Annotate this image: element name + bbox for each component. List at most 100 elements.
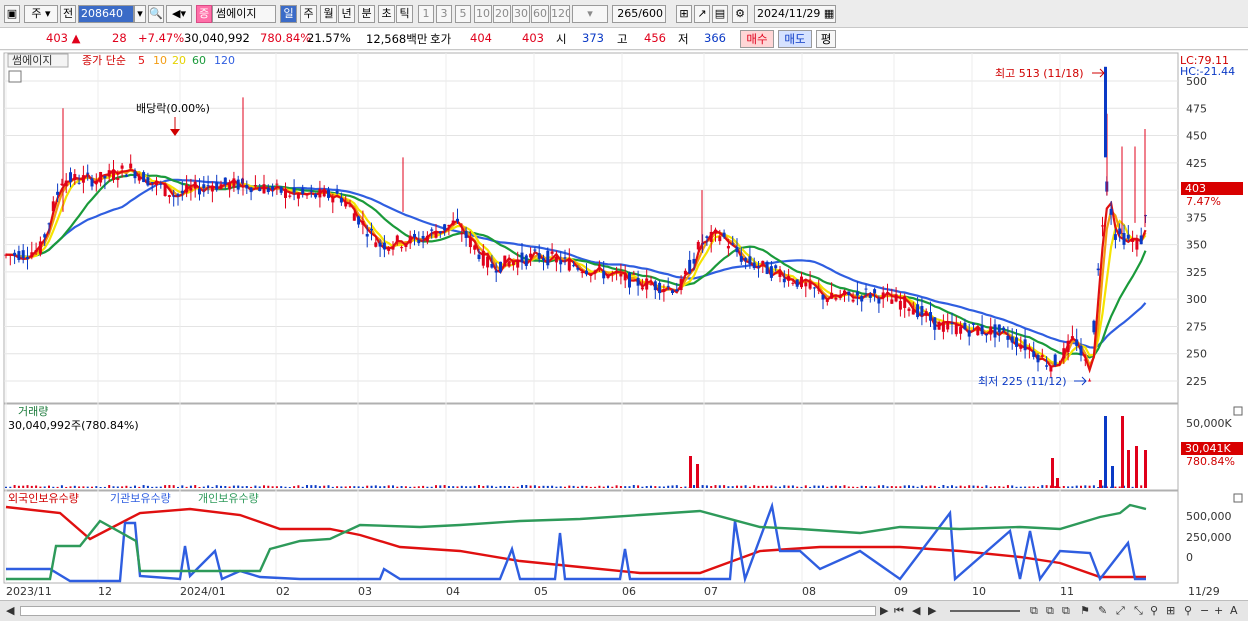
volume-bar: [933, 485, 936, 488]
code-dropdown-icon[interactable]: ▾: [134, 5, 146, 23]
tool-icon-1[interactable]: ⚑: [1080, 604, 1090, 617]
eval-button[interactable]: 평: [816, 30, 836, 48]
candle-body: [1096, 268, 1100, 271]
candle-body: [288, 195, 292, 197]
text-tool-icon[interactable]: A: [1230, 604, 1238, 617]
minute-tab-2[interactable]: 5: [455, 5, 471, 23]
candle-body: [365, 234, 369, 237]
prev-button[interactable]: 전: [60, 5, 76, 23]
legend-individual: 개인보유수량: [198, 492, 259, 505]
volume-bar: [267, 485, 270, 488]
change: 28: [112, 31, 127, 45]
horizontal-scrollbar[interactable]: [20, 606, 876, 616]
zoom-icon[interactable]: ⚲: [1184, 604, 1192, 617]
next-page-icon[interactable]: ▶: [928, 604, 936, 617]
tool-icon-2[interactable]: ✎: [1098, 604, 1107, 617]
minute-tab-6[interactable]: 60: [531, 5, 549, 23]
speaker-icon[interactable]: ◀▾: [166, 5, 192, 23]
legend-foreign: 외국인보유수량: [8, 492, 79, 505]
volume-bar: [56, 486, 59, 488]
stock-code-input[interactable]: 208640: [78, 5, 134, 23]
candle-body: [559, 260, 563, 265]
tool-icon-5[interactable]: ⚲: [1150, 604, 1158, 617]
period-tab-6[interactable]: 틱: [396, 5, 413, 23]
period-tab-5[interactable]: 초: [378, 5, 395, 23]
date-field[interactable]: 2024/11/29 ▦: [754, 5, 836, 23]
minute-tab-3[interactable]: 10: [474, 5, 492, 23]
candle-body: [155, 180, 158, 186]
candle-body: [886, 292, 889, 294]
candle-body: [959, 327, 963, 334]
custom-period-select[interactable]: ▾: [572, 5, 608, 23]
stock-name-field[interactable]: 썸에이지: [212, 5, 276, 23]
chart-area[interactable]: 썸에이지 종가 단순 5 10 20 60 120 LC:79.11 HC:-2…: [0, 51, 1248, 601]
zoom-in-icon[interactable]: +: [1214, 604, 1223, 617]
volume-bar: [521, 485, 523, 488]
save-icon[interactable]: ▤: [712, 5, 728, 23]
volume-bar: [409, 486, 412, 488]
first-page-icon[interactable]: ⏮: [894, 604, 904, 618]
legend-institution-label: 기관보유수량: [110, 492, 171, 505]
search-icon[interactable]: 🔍: [148, 5, 164, 23]
minute-tab-1[interactable]: 3: [436, 5, 452, 23]
minute-tab-5[interactable]: 30: [512, 5, 530, 23]
prev-page-icon[interactable]: ◀: [912, 604, 920, 617]
volume-close-icon[interactable]: [1233, 406, 1243, 416]
period-tab-2[interactable]: 월: [320, 5, 337, 23]
candle-body: [847, 291, 851, 296]
draw-tool-icon[interactable]: ↗: [694, 5, 710, 23]
candle-body: [124, 174, 128, 177]
period-tab-3[interactable]: 년: [338, 5, 355, 23]
count-field[interactable]: 265/600: [612, 5, 666, 23]
volume-bar: [1041, 485, 1044, 488]
volume-bar: [895, 486, 898, 488]
volume-bar: [1114, 486, 1117, 488]
volume-bar: [263, 485, 265, 488]
minute-tab-7[interactable]: 120: [550, 5, 570, 23]
zoom-slider[interactable]: [950, 610, 1020, 612]
market-select[interactable]: 주 ▾: [24, 5, 58, 23]
table-icon[interactable]: [8, 70, 22, 83]
volume-bar: [1097, 486, 1100, 488]
volume-bar: [1019, 486, 1022, 488]
view-icon-2[interactable]: ⧉: [1046, 604, 1054, 618]
candle-body: [576, 268, 580, 270]
candle-body: [1002, 327, 1006, 331]
tool-icon-6[interactable]: ⊞: [1166, 604, 1175, 617]
sell-button[interactable]: 매도: [778, 30, 812, 48]
tool-icon-4[interactable]: ⤡: [1134, 604, 1143, 618]
volume-bar: [473, 485, 476, 488]
dividend-marker: [170, 129, 180, 136]
candle-body: [142, 172, 146, 183]
zoom-out-icon[interactable]: −: [1200, 604, 1209, 617]
view-icon-1[interactable]: ⧉: [1030, 604, 1038, 618]
volume-bar: [189, 485, 192, 488]
period-tab-1[interactable]: 주: [300, 5, 317, 23]
volume-bar: [155, 486, 158, 488]
tool-icon-3[interactable]: ⤢: [1116, 604, 1125, 618]
volume-bar: [946, 486, 949, 488]
chart-svg[interactable]: 썸에이지 종가 단순 5 10 20 60 120 LC:79.11 HC:-2…: [0, 51, 1248, 601]
holding-close-icon[interactable]: [1233, 493, 1243, 503]
candle-body: [1126, 234, 1130, 239]
calendar-icon[interactable]: ▦: [824, 7, 834, 20]
scroll-left-icon[interactable]: ◀: [6, 604, 14, 617]
candle-body: [821, 295, 825, 300]
view-icon-3[interactable]: ⧉: [1062, 604, 1070, 618]
buy-button[interactable]: 매수: [740, 30, 774, 48]
candle-body: [748, 256, 752, 265]
window-icon[interactable]: ▣: [4, 5, 20, 23]
period-tab-0[interactable]: 일: [280, 5, 297, 23]
ma20-legend: 20: [172, 54, 186, 67]
candle-body: [425, 235, 429, 242]
candle-body: [193, 181, 197, 189]
gear-icon[interactable]: ⚙: [732, 5, 748, 23]
ma120-legend: 120: [214, 54, 235, 67]
scroll-right-icon[interactable]: ▶: [880, 604, 888, 617]
minute-tab-0[interactable]: 1: [418, 5, 434, 23]
volume-bar: [26, 485, 29, 488]
minute-tab-4[interactable]: 20: [493, 5, 511, 23]
volume-bar: [215, 485, 218, 488]
chart-type-icon[interactable]: ⊞: [676, 5, 692, 23]
period-tab-4[interactable]: 분: [358, 5, 375, 23]
